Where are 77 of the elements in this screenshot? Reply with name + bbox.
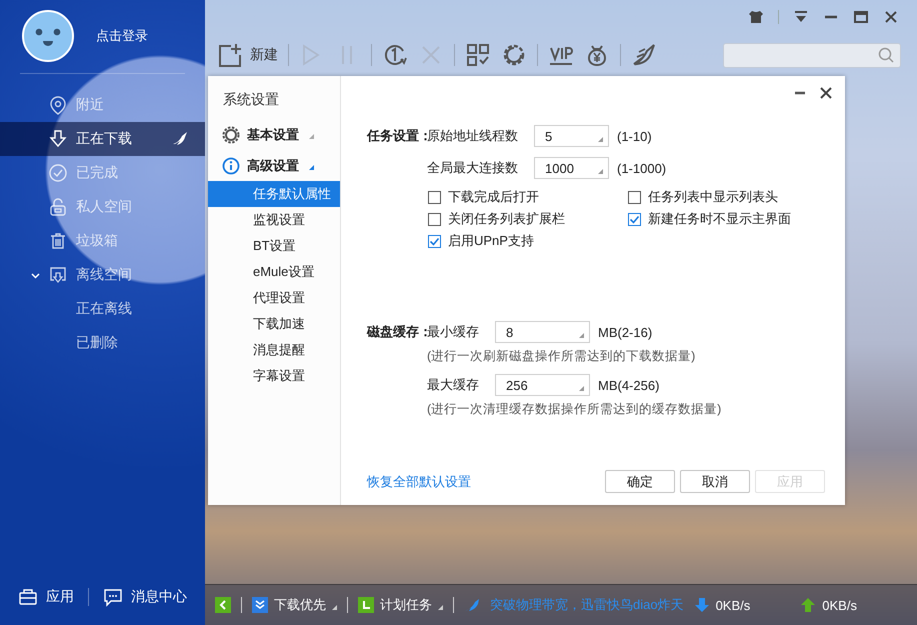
section-heading: 磁盘缓存：	[367, 323, 427, 341]
settings-nav-item[interactable]: BT设置	[208, 233, 340, 259]
checkbox-label: 下载完成后打开	[448, 188, 539, 206]
settings-nav-item[interactable]: 消息提醒	[208, 337, 340, 363]
location-pin-icon	[48, 95, 68, 115]
field-label: 原始地址线程数	[427, 127, 518, 145]
close-icon[interactable]	[883, 9, 899, 25]
download-speed: 0KB/s	[716, 598, 750, 612]
checkbox[interactable]	[428, 190, 441, 204]
nav-item[interactable]: 已删除	[0, 326, 205, 360]
checkbox-label: 新建任务时不显示主界面	[648, 210, 791, 228]
nav-item[interactable]: 离线空间	[0, 258, 205, 292]
field-note: (进行一次清理缓存数据操作所需达到的缓存数据量)	[427, 401, 722, 418]
gear-icon	[222, 126, 240, 144]
numbered-circle-icon[interactable]	[382, 42, 408, 68]
dialog-title: 系统设置	[222, 91, 280, 109]
checkmark-icon	[429, 236, 440, 246]
search-icon	[878, 47, 894, 63]
priority-dropdown[interactable]: 下载优先	[252, 596, 337, 614]
footer-button[interactable]: 消息中心	[103, 587, 187, 607]
field-note: (进行一次刷新磁盘操作所需达到的下载数据量)	[427, 348, 696, 365]
checkbox-label: 关闭任务列表扩展栏	[448, 210, 565, 228]
number-dropdown[interactable]: 1000	[534, 157, 609, 179]
settings-nav-item[interactable]: 监视设置	[208, 207, 340, 233]
settings-group[interactable]: 基本设置	[208, 119, 340, 150]
restore-defaults-link[interactable]: 恢复全部默认设置	[367, 472, 471, 490]
avatar-face-icon	[22, 10, 74, 62]
dialog-button[interactable]: 确定	[605, 470, 675, 493]
field-label: 全局最大连接数	[427, 159, 518, 177]
double-chevron-icon	[252, 597, 268, 613]
checkbox-label: 启用UPnP支持	[448, 232, 534, 250]
close-icon[interactable]	[819, 86, 833, 100]
new-task-button[interactable]: 新建	[217, 42, 278, 68]
schedule-dropdown[interactable]: 计划任务	[358, 596, 443, 614]
info-icon	[222, 156, 240, 174]
number-dropdown[interactable]: 256	[495, 374, 590, 396]
checkbox[interactable]	[628, 190, 641, 204]
settings-nav-item[interactable]: eMule设置	[208, 259, 340, 285]
section-heading: 任务设置：	[367, 127, 427, 145]
grid-check-icon[interactable]	[465, 42, 491, 68]
nav-item[interactable]: 正在下载	[0, 122, 205, 156]
number-dropdown[interactable]: 5	[534, 125, 609, 147]
chevron-icon[interactable]	[31, 270, 40, 280]
settings-nav-item[interactable]: 代理设置	[208, 285, 340, 311]
padlock-icon	[48, 197, 68, 217]
field-label: 最大缓存	[427, 376, 479, 394]
checkbox[interactable]	[428, 234, 441, 248]
download-arrow-icon	[694, 597, 710, 613]
upload-speed: 0KB/s	[822, 598, 857, 612]
toolbox-icon	[18, 587, 38, 607]
checkbox[interactable]	[628, 212, 641, 226]
field-label: 最小缓存	[427, 323, 479, 341]
footer-button[interactable]: 应用	[18, 587, 74, 607]
settings-nav-item[interactable]: 任务默认属性	[208, 181, 340, 207]
range-hint: (1-10)	[617, 128, 652, 144]
checkbox-label: 任务列表中显示列表头	[648, 188, 778, 206]
settings-nav-item[interactable]: 字幕设置	[208, 363, 340, 389]
search-field[interactable]	[723, 42, 901, 68]
download-arrow-icon	[48, 129, 68, 149]
plus-document-icon	[217, 42, 242, 68]
check-circle-icon	[48, 163, 68, 183]
settings-nav-item[interactable]: 下载加速	[208, 311, 340, 337]
trash-icon	[48, 231, 68, 251]
settings-group[interactable]: 高级设置	[208, 150, 340, 181]
maximize-icon[interactable]	[853, 9, 869, 25]
chat-bubble-icon	[103, 587, 123, 607]
range-hint: MB(4-256)	[598, 378, 660, 392]
checkbox[interactable]	[428, 212, 441, 226]
checkmark-icon	[629, 214, 640, 224]
dialog-button[interactable]: 取消	[680, 470, 750, 493]
nav-item[interactable]: 正在离线	[0, 292, 205, 326]
range-hint: (1-1000)	[617, 160, 666, 176]
tshirt-skin-icon[interactable]	[748, 9, 764, 25]
upload-arrow-icon	[800, 597, 816, 613]
login-link[interactable]: 点击登录	[96, 27, 148, 45]
number-dropdown[interactable]: 8	[495, 321, 590, 343]
range-hint: MB(2-16)	[598, 324, 652, 340]
